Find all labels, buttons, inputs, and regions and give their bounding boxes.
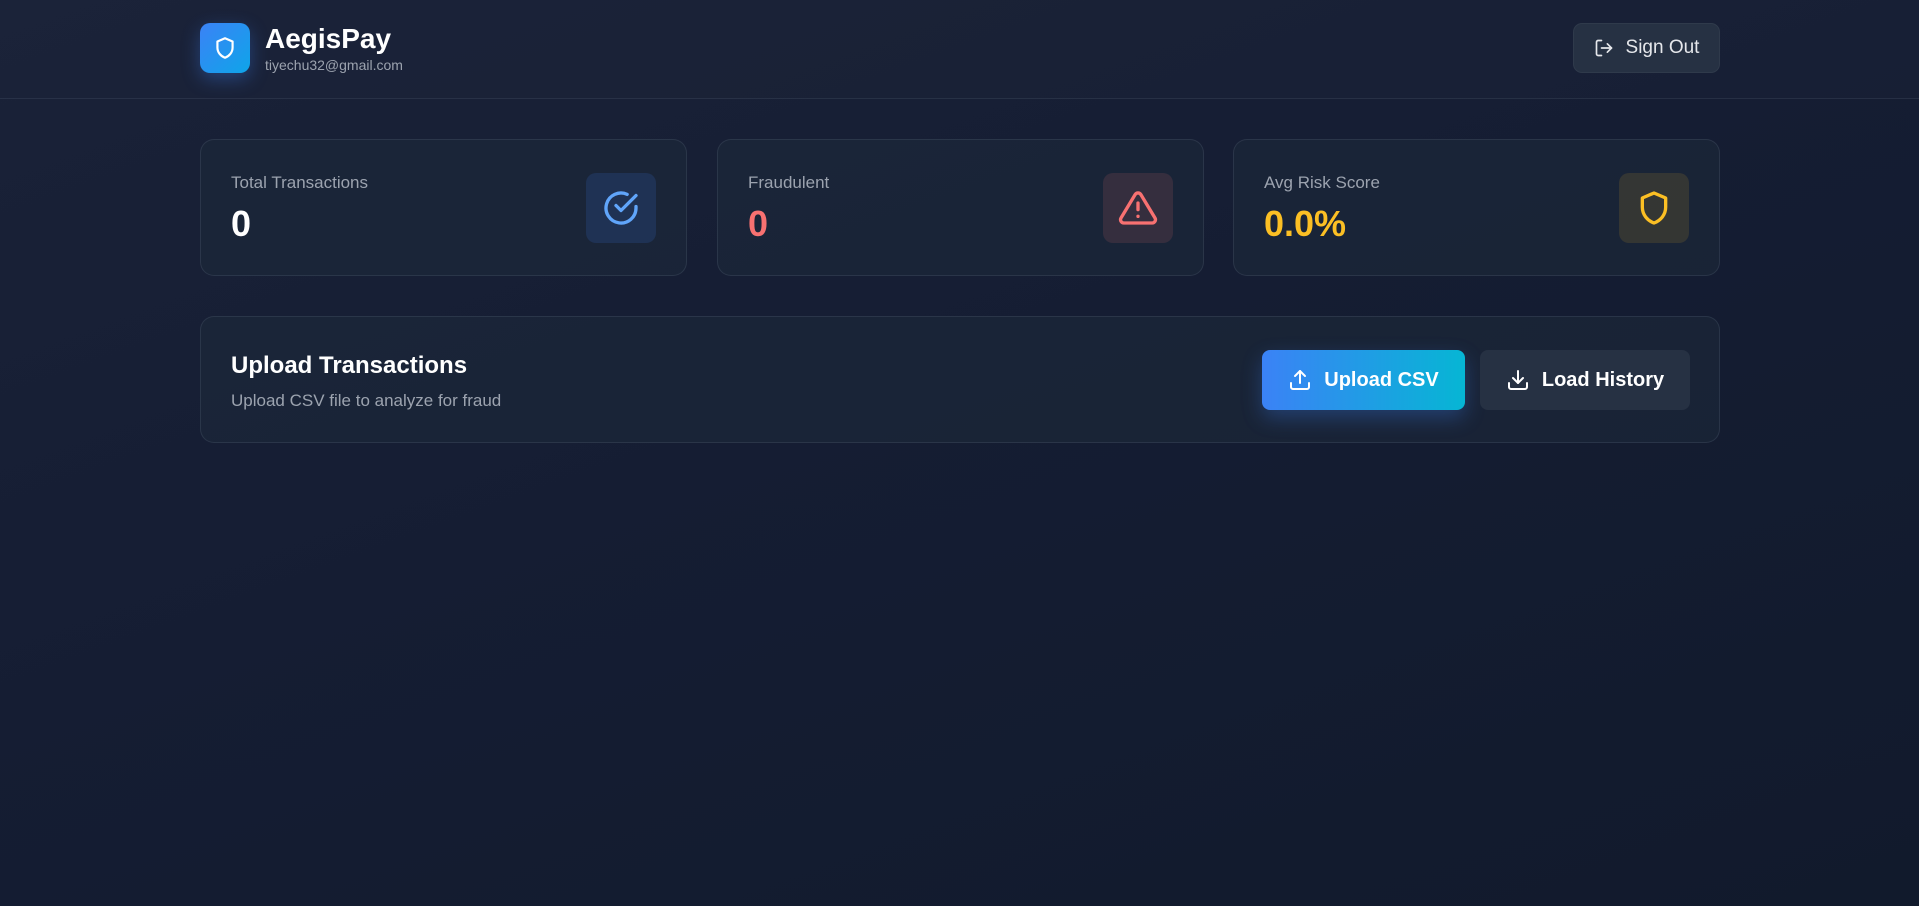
brand: AegisPay tiyechu32@gmail.com <box>200 23 403 73</box>
stat-label: Total Transactions <box>231 173 369 192</box>
stat-value: 0 <box>748 203 769 244</box>
stat-card-total-transactions: Total Transactions 0 <box>200 139 687 276</box>
upload-csv-button[interactable]: Upload CSV <box>1262 350 1465 410</box>
load-history-label: Load History <box>1541 368 1665 391</box>
upload-icon <box>1290 370 1311 390</box>
shield-icon <box>200 23 250 73</box>
check-circle-icon <box>586 173 656 243</box>
stat-label: Avg Risk Score <box>1264 173 1380 192</box>
shield-icon <box>1619 173 1689 243</box>
upload-subtitle: Upload CSV file to analyze for fraud <box>231 391 502 410</box>
sign-out-label: Sign Out <box>1625 37 1700 58</box>
stat-card-fraudulent: Fraudulent 0 <box>717 139 1204 276</box>
top-bar: AegisPay tiyechu32@gmail.com Sign Out <box>0 0 1919 99</box>
stat-label: Fraudulent <box>748 173 830 192</box>
download-icon <box>1507 370 1528 390</box>
app-name: AegisPay <box>265 23 392 54</box>
stat-value: 0.0% <box>1264 203 1347 244</box>
alert-triangle-icon <box>1103 173 1173 243</box>
sign-out-button[interactable]: Sign Out <box>1573 23 1720 73</box>
load-history-button[interactable]: Load History <box>1480 350 1690 410</box>
upload-title: Upload Transactions <box>231 352 468 379</box>
user-email: tiyechu32@gmail.com <box>265 57 403 73</box>
stat-value: 0 <box>231 203 252 244</box>
upload-csv-label: Upload CSV <box>1324 368 1439 391</box>
log-out-icon <box>1595 39 1612 57</box>
stat-card-avg-risk-score: Avg Risk Score 0.0% <box>1233 139 1720 276</box>
upload-transactions-panel: Upload Transactions Upload CSV file to a… <box>200 316 1720 443</box>
